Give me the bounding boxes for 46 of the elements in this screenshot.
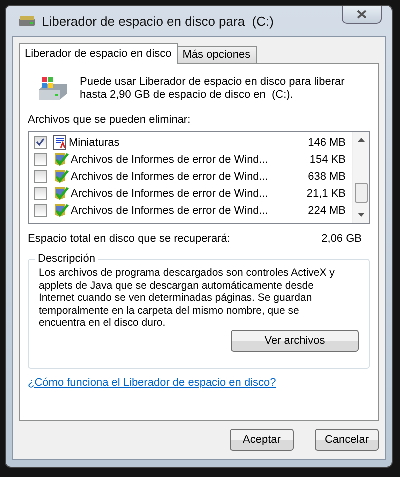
file-item[interactable]: Archivos de Informes de error de Wind... 21,1 KB	[29, 185, 352, 202]
file-size: 224 MB	[307, 204, 346, 216]
file-size: 146 MB	[307, 136, 346, 148]
group-title: Descripción	[37, 253, 96, 265]
intro-text: Puede usar Liberador de espacio en disco para liberar hasta 2,90 GB de espacio de disco en (C:).	[80, 75, 346, 102]
tab[interactable]: Liberador de espacio en disco	[19, 43, 178, 64]
drive-icon	[18, 15, 36, 27]
dialog-button[interactable]: Cancelar	[315, 429, 379, 451]
file-item[interactable]: Archivos de Informes de error de Wind... 154 KB	[29, 151, 352, 168]
total-label: Espacio total en disco que se recuperará:	[28, 233, 230, 245]
file-name: Archivos de Informes de error de Wind...	[71, 170, 270, 182]
scrollbar[interactable]	[352, 132, 369, 223]
help-link[interactable]: ¿Cómo funciona el Liberador de espacio en disco?	[28, 377, 370, 389]
drive-icon	[36, 76, 70, 102]
checkbox[interactable]	[34, 204, 47, 217]
file-item[interactable]: Archivos de Informes de error de Wind... 638 MB	[29, 168, 352, 185]
file-item[interactable]: Miniaturas 146 MB	[29, 134, 352, 151]
dialog-button[interactable]: Aceptar	[230, 429, 294, 451]
close-button[interactable]	[342, 6, 382, 24]
scroll-thumb[interactable]	[354, 182, 368, 202]
file-name: Miniaturas	[69, 136, 121, 148]
document-icon	[53, 135, 67, 150]
checkbox[interactable]	[34, 153, 47, 166]
checkbox[interactable]	[34, 170, 47, 183]
check-shield-icon	[53, 152, 69, 167]
close-icon	[357, 10, 367, 19]
scroll-down-icon	[358, 213, 364, 217]
tab[interactable]: Más opciones	[176, 46, 257, 63]
total-value: 2,06 GB	[322, 233, 362, 245]
file-size: 21,1 KB	[306, 188, 346, 200]
view-files-button[interactable]: Ver archivos	[231, 330, 359, 352]
file-name: Archivos de Informes de error de Wind...	[71, 204, 270, 216]
check-shield-icon	[53, 186, 69, 201]
description-text: Los archivos de programa descargados son controles ActiveX y applets de Java que se descargan automáticamente desde Internet cuando se ven determinadas páginas. Se guardan temporalmente en la carpeta del mismo nombre, que se encuentra en el disco duro.	[39, 267, 336, 330]
file-name: Archivos de Informes de error de Wind...	[71, 188, 270, 200]
file-size: 154 KB	[308, 154, 346, 166]
scroll-up-icon	[358, 138, 364, 142]
file-item[interactable]: Archivos de Informes de error de Wind... 224 MB	[29, 202, 352, 219]
file-size: 638 MB	[307, 170, 346, 182]
files-label: Archivos que se pueden eliminar:	[28, 114, 192, 126]
check-shield-icon	[53, 169, 69, 184]
check-shield-icon	[53, 203, 69, 218]
file-name: Archivos de Informes de error de Wind...	[71, 154, 270, 166]
checkbox[interactable]	[34, 187, 47, 200]
checkbox[interactable]	[34, 136, 47, 149]
window-title: Liberador de espacio en disco para (C:)	[42, 14, 274, 28]
